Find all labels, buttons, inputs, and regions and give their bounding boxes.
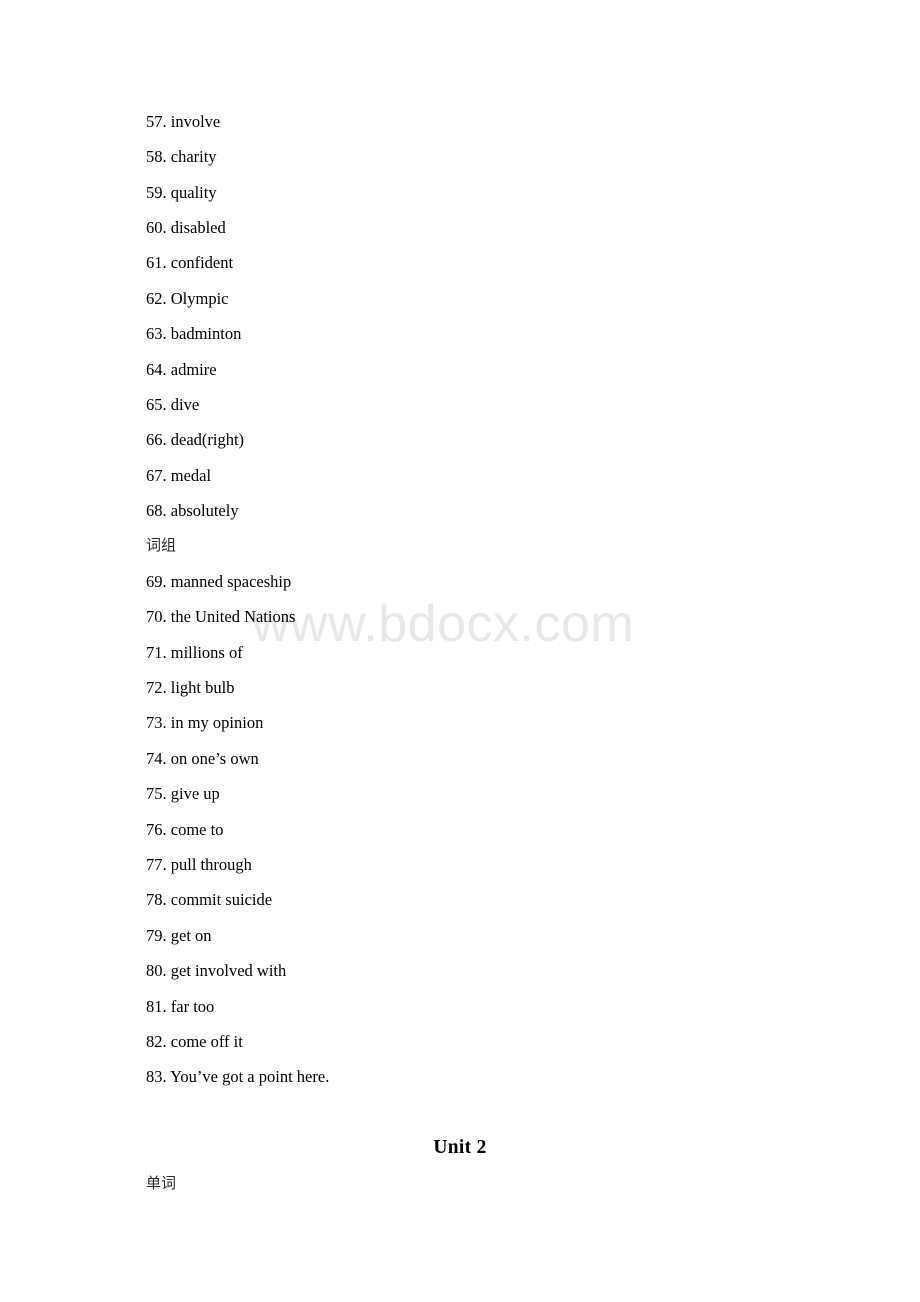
section-heading-phrases: 词组 — [146, 536, 177, 555]
list-item: 65. dive — [146, 394, 200, 414]
phrases-section: 词组 69. manned spaceship 70. the United N… — [0, 528, 920, 1094]
list-item: 60. disabled — [146, 217, 226, 237]
list-item: 83. You’ve got a point here. — [146, 1067, 330, 1087]
list-item: 58. charity — [146, 147, 217, 167]
list-item: 80. get involved with — [146, 961, 287, 981]
vocabulary-list-section: 57. involve 58. charity 59. quality 60. … — [0, 104, 920, 529]
list-item: 70. the United Nations — [146, 607, 296, 627]
list-item: 77. pull through — [146, 854, 252, 874]
document-content: 57. involve 58. charity 59. quality 60. … — [0, 0, 920, 1201]
list-item: 61. confident — [146, 253, 234, 273]
list-item: 79. get on — [146, 925, 212, 945]
list-item: 67. medal — [146, 465, 212, 485]
list-item: 76. come to — [146, 819, 224, 839]
list-item: 72. light bulb — [146, 678, 235, 698]
list-item: 62. Olympic — [146, 288, 229, 308]
section-heading-words: 单词 — [146, 1173, 177, 1192]
list-item: 78. commit suicide — [146, 890, 273, 910]
list-item: 63. badminton — [146, 324, 242, 344]
page-title: Unit 2 — [433, 1137, 487, 1159]
document-page: www.bdocx.com 57. involve 58. charity 59… — [0, 0, 920, 1302]
top-margin-spacer-3 — [0, 71, 920, 104]
list-item: 68. absolutely — [146, 501, 239, 521]
list-item: 73. in my opinion — [146, 713, 264, 733]
list-item: 74. on one’s own — [146, 748, 259, 768]
list-item: 71. millions of — [146, 642, 243, 662]
list-item: 59. quality — [146, 182, 217, 202]
list-item: 75. give up — [146, 784, 220, 804]
list-item: 69. manned spaceship — [146, 571, 292, 591]
list-item: 57. involve — [146, 111, 221, 131]
pre-heading-spacer — [0, 1095, 920, 1130]
list-item: 82. come off it — [146, 1031, 243, 1051]
words-section: 单词 — [0, 1166, 920, 1201]
list-item: 66. dead(right) — [146, 430, 245, 450]
list-item: 81. far too — [146, 996, 215, 1016]
list-item: 64. admire — [146, 359, 217, 379]
top-margin-spacer — [0, 0, 920, 35]
top-margin-spacer-2 — [0, 35, 920, 70]
